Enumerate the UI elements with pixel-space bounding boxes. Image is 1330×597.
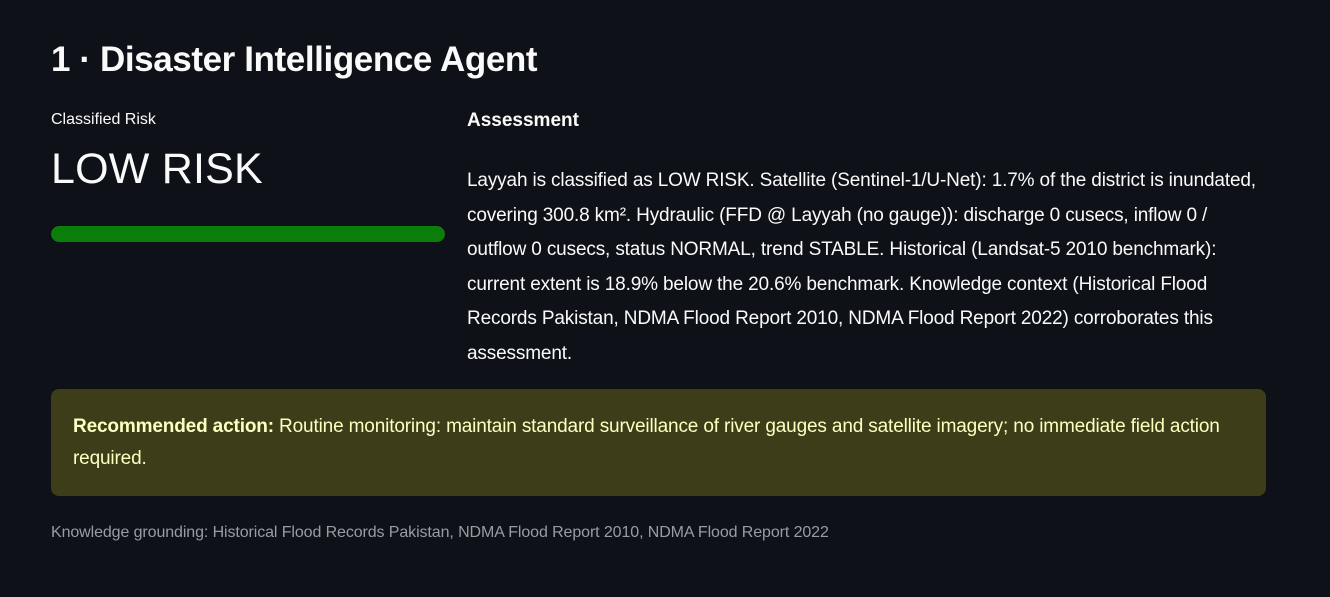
recommendation-label: Recommended action:: [73, 416, 274, 437]
metric-label: Classified Risk: [51, 111, 156, 128]
risk-progress-bar: [51, 226, 445, 242]
metric-value: LOW RISK: [51, 145, 263, 193]
risk-metric: Classified Risk LOW RISK: [51, 109, 445, 242]
recommendation-callout: Recommended action: Routine monitoring: …: [51, 389, 1266, 496]
risk-progress-fill: [51, 226, 445, 242]
assessment-text: Layyah is classified as LOW RISK. Satell…: [467, 170, 1256, 364]
knowledge-grounding-caption: Knowledge grounding: Historical Flood Re…: [51, 524, 829, 541]
section-title: 1 · Disaster Intelligence Agent: [51, 40, 538, 79]
agent-panel: 1 · Disaster Intelligence Agent Classifi…: [0, 0, 1330, 597]
assessment-block: Assessment Layyah is classified as LOW R…: [467, 109, 1267, 371]
assessment-heading: Assessment: [467, 110, 579, 131]
